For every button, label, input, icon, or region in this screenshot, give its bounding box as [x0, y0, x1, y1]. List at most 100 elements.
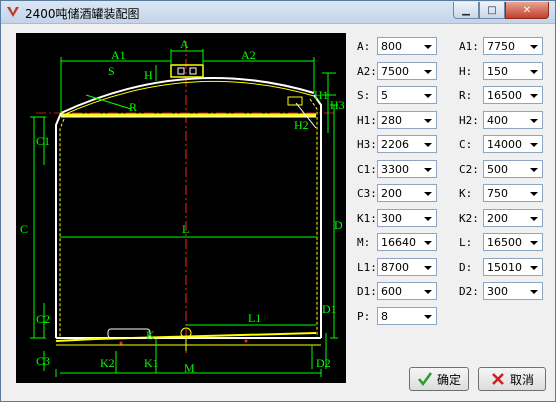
- param-combo[interactable]: 300: [377, 209, 437, 227]
- param-combo[interactable]: 8700: [377, 258, 437, 276]
- param-combo[interactable]: 14000: [483, 135, 543, 153]
- dropdown-arrow-icon[interactable]: [423, 263, 433, 273]
- dropdown-arrow-icon[interactable]: [423, 312, 433, 322]
- param-combo[interactable]: 7500: [377, 62, 437, 80]
- param-label: C:: [459, 138, 473, 151]
- param-value: 800: [381, 40, 402, 53]
- dim-label-c: C: [20, 222, 28, 236]
- param-label: H2:: [459, 114, 479, 127]
- dim-label-h: H: [144, 68, 153, 82]
- param-value: 500: [487, 163, 508, 176]
- dropdown-arrow-icon[interactable]: [423, 67, 433, 77]
- param-combo[interactable]: 750: [483, 184, 543, 202]
- roof-outline: [60, 76, 315, 114]
- param-combo[interactable]: 15010: [483, 258, 543, 276]
- dropdown-arrow-icon[interactable]: [529, 189, 539, 199]
- minimize-icon: ▁: [462, 4, 470, 16]
- dim-label-l: L: [182, 222, 189, 236]
- window-title: 2400吨储酒罐装配图: [25, 7, 140, 21]
- param-combo[interactable]: 500: [483, 160, 543, 178]
- param-label: K2:: [459, 212, 479, 225]
- param-value: 200: [487, 212, 508, 225]
- param-label: A:: [357, 40, 371, 53]
- param-combo[interactable]: 16500: [483, 86, 543, 104]
- dropdown-arrow-icon[interactable]: [423, 287, 433, 297]
- checkmark-icon: [418, 372, 432, 387]
- param-combo[interactable]: 200: [483, 209, 543, 227]
- param-value: 3300: [381, 163, 409, 176]
- right-wall-inner: [309, 98, 318, 338]
- cancel-button[interactable]: 取消: [478, 367, 546, 391]
- param-label: M:: [357, 236, 371, 249]
- param-combo[interactable]: 400: [483, 111, 543, 129]
- dropdown-arrow-icon[interactable]: [529, 42, 539, 52]
- close-button[interactable]: ✕: [505, 2, 549, 19]
- dropdown-arrow-icon[interactable]: [423, 91, 433, 101]
- dropdown-arrow-icon[interactable]: [529, 214, 539, 224]
- param-value: 150: [487, 65, 508, 78]
- minimize-button[interactable]: ▁: [453, 2, 479, 19]
- param-label: C2:: [459, 163, 479, 176]
- dim-label-c2: C2: [36, 312, 50, 326]
- dim-label-a: A: [180, 37, 189, 51]
- left-wall-inner: [59, 118, 65, 338]
- dropdown-arrow-icon[interactable]: [423, 214, 433, 224]
- dimension-lines: [30, 49, 338, 377]
- param-label: C3:: [357, 187, 377, 200]
- dim-label-h1: H1: [314, 88, 329, 102]
- param-value: 600: [381, 285, 402, 298]
- dim-label-d: D: [334, 218, 343, 232]
- dropdown-arrow-icon[interactable]: [423, 165, 433, 175]
- param-combo[interactable]: 2206: [377, 135, 437, 153]
- dropdown-arrow-icon[interactable]: [529, 67, 539, 77]
- dropdown-arrow-icon[interactable]: [529, 165, 539, 175]
- param-combo[interactable]: 280: [377, 111, 437, 129]
- drawing-canvas: A1 A A2 S H R H1 H2 H3 C C1 C2 C3 K K1 K…: [20, 37, 345, 377]
- top-manway-bolt-left: [177, 67, 185, 75]
- dim-label-r: R: [129, 100, 137, 114]
- dropdown-arrow-icon[interactable]: [529, 263, 539, 273]
- param-value: 14000: [487, 138, 522, 151]
- param-value: 7750: [487, 40, 515, 53]
- dropdown-arrow-icon[interactable]: [423, 238, 433, 248]
- param-combo[interactable]: 7750: [483, 37, 543, 55]
- param-combo[interactable]: 16500: [483, 233, 543, 251]
- dim-label-h2: H2: [294, 118, 309, 132]
- param-combo[interactable]: 300: [483, 282, 543, 300]
- dropdown-arrow-icon[interactable]: [529, 91, 539, 101]
- param-combo[interactable]: 16640: [377, 233, 437, 251]
- dim-label-k2: K2: [100, 356, 115, 370]
- param-value: 750: [487, 187, 508, 200]
- param-value: 300: [487, 285, 508, 298]
- param-label: P:: [357, 310, 371, 323]
- dim-label-l1: L1: [248, 311, 261, 325]
- param-label: H:: [459, 65, 473, 78]
- param-combo[interactable]: 3300: [377, 160, 437, 178]
- dropdown-arrow-icon[interactable]: [423, 116, 433, 126]
- param-label: C1:: [357, 163, 377, 176]
- dropdown-arrow-icon[interactable]: [529, 287, 539, 297]
- param-label: K1:: [357, 212, 377, 225]
- dropdown-arrow-icon[interactable]: [423, 140, 433, 150]
- param-label: D:: [459, 261, 473, 274]
- param-combo[interactable]: 800: [377, 37, 437, 55]
- dropdown-arrow-icon[interactable]: [529, 116, 539, 126]
- param-combo[interactable]: 600: [377, 282, 437, 300]
- ok-button[interactable]: 确定: [409, 367, 469, 391]
- param-combo[interactable]: 8: [377, 307, 437, 325]
- dropdown-arrow-icon[interactable]: [529, 238, 539, 248]
- dropdown-arrow-icon[interactable]: [529, 140, 539, 150]
- dropdown-arrow-icon[interactable]: [423, 189, 433, 199]
- param-label: A1:: [459, 40, 479, 53]
- param-value: 15010: [487, 261, 522, 274]
- dim-label-k1: K1: [144, 356, 159, 370]
- param-combo[interactable]: 150: [483, 62, 543, 80]
- param-combo[interactable]: 5: [377, 86, 437, 104]
- dropdown-arrow-icon[interactable]: [423, 42, 433, 52]
- param-combo[interactable]: 200: [377, 184, 437, 202]
- maximize-button[interactable]: □: [479, 2, 505, 19]
- title-bar[interactable]: 2400吨储酒罐装配图 ▁ □ ✕: [1, 1, 555, 24]
- close-icon: ✕: [522, 4, 532, 16]
- param-value: 8700: [381, 261, 409, 274]
- dim-label-h3: H3: [330, 98, 345, 112]
